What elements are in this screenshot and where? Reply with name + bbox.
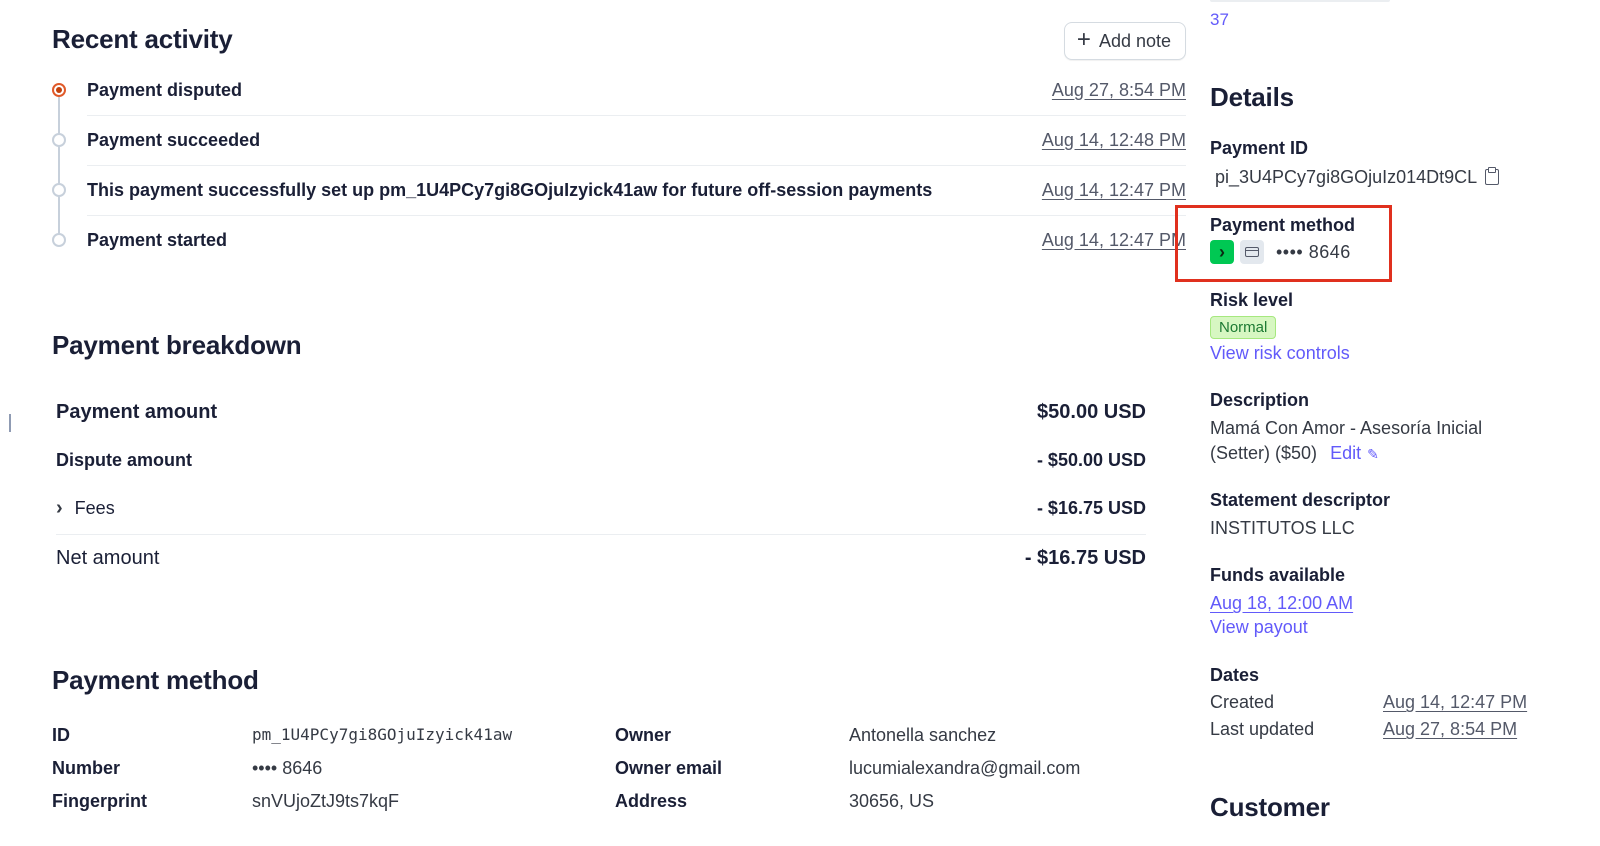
recent-activity-header: Recent activity + Add note (52, 22, 1186, 62)
pm-row-number: Number •••• 8646 Owner email lucumialexa… (52, 758, 1186, 791)
statement-descriptor-value: INSTITUTOS LLC (1210, 518, 1355, 538)
funds-available-date[interactable]: Aug 18, 12:00 AM (1210, 593, 1353, 614)
chevron-right-icon: › (56, 496, 63, 519)
description-line-2: (Setter) ($50) (1210, 443, 1318, 463)
link-brand-icon: › (1210, 240, 1234, 264)
dispute-amount-label: Dispute amount (56, 449, 193, 470)
address-value: 30656, US (849, 791, 935, 811)
net-amount-value: - $16.75 USD (1024, 547, 1146, 569)
payment-id-label: Payment ID (1210, 138, 1309, 158)
payment-method-last4: •••• 8646 (1276, 241, 1351, 262)
owner-label: Owner (615, 725, 672, 745)
view-risk-controls-link[interactable]: View risk controls (1210, 343, 1350, 364)
fees-value: - $16.75 USD (1036, 497, 1146, 518)
timeline-item: Payment succeeded Aug 14, 12:48 PM (52, 115, 1186, 165)
edit-description-button[interactable]: Edit ✎ (1330, 443, 1379, 463)
timeline-event-date[interactable]: Aug 14, 12:47 PM (1042, 230, 1186, 251)
description-line-2-row: (Setter) ($50) Edit ✎ (1210, 443, 1379, 464)
fees-label: Fees (74, 497, 115, 518)
pm-id-value: pm_1U4PCy7gi8GOjuIzyick41aw (252, 725, 513, 744)
timeline-event-date[interactable]: Aug 14, 12:47 PM (1042, 180, 1186, 201)
net-amount-label: Net amount (56, 547, 160, 569)
payment-id-value: pi_3U4PCy7gi8GOjuIz014Dt9CL (1215, 167, 1478, 187)
last-updated-label: Last updated (1210, 719, 1315, 739)
risk-level-badge: Normal (1210, 316, 1277, 339)
timeline-event-text: Payment succeeded (87, 129, 261, 150)
edit-label: Edit (1330, 443, 1362, 463)
timeline-item: This payment successfully set up pm_1U4P… (52, 165, 1186, 215)
statement-descriptor-label: Statement descriptor (1210, 490, 1391, 510)
timeline-event-text: This payment successfully set up pm_1U4P… (87, 179, 933, 200)
details-title: Details (1210, 82, 1294, 112)
payment-method-value: › •••• 8646 (1210, 240, 1351, 264)
pm-row-id: ID pm_1U4PCy7gi8GOjuIzyick41aw Owner Ant… (52, 725, 1186, 758)
payment-id-row: pi_3U4PCy7gi8GOjuIz014Dt9CL (1215, 167, 1500, 188)
funds-available-label: Funds available (1210, 565, 1346, 585)
plus-icon: + (1076, 26, 1091, 53)
payment-method-label: Payment method (1210, 215, 1356, 235)
payment-breakdown-title: Payment breakdown (52, 330, 302, 360)
payment-amount-value: $50.00 USD (1037, 400, 1146, 423)
fees-row[interactable]: › Fees - $16.75 USD (56, 484, 1146, 532)
top-count-link[interactable]: 37 (1210, 10, 1229, 30)
pm-number-label: Number (52, 758, 121, 778)
owner-email-value: lucumialexandra@gmail.com (849, 758, 1081, 778)
view-payout-link[interactable]: View payout (1210, 617, 1308, 638)
pm-row-fingerprint: Fingerprint snVUjoZtJ9ts7kqF Address 306… (52, 791, 1186, 824)
timeline-event-text: Payment started (87, 229, 228, 250)
created-date[interactable]: Aug 14, 12:47 PM (1383, 692, 1527, 713)
add-note-button[interactable]: + Add note (1063, 22, 1186, 60)
fees-toggle[interactable]: › Fees (56, 497, 115, 520)
pencil-icon: ✎ (1367, 446, 1379, 462)
pm-id-label: ID (52, 725, 70, 745)
payment-method-section-title: Payment method (52, 665, 259, 695)
timeline-dot-icon (52, 133, 66, 147)
timeline-event-date[interactable]: Aug 14, 12:48 PM (1042, 130, 1186, 151)
owner-email-label: Owner email (615, 758, 723, 778)
add-note-label: Add note (1098, 30, 1171, 51)
timeline-dot-icon (52, 233, 66, 247)
description-label: Description (1210, 390, 1310, 410)
payment-amount-row: Payment amount $50.00 USD (56, 388, 1146, 436)
last-updated-date[interactable]: Aug 27, 8:54 PM (1383, 719, 1517, 740)
fingerprint-label: Fingerprint (52, 791, 147, 811)
payment-breakdown-table: Payment amount $50.00 USD Dispute amount… (56, 388, 1146, 582)
copy-icon[interactable] (1485, 167, 1500, 185)
payment-method-details: ID pm_1U4PCy7gi8GOjuIzyick41aw Owner Ant… (52, 725, 1186, 824)
timeline-event-text: Payment disputed (87, 79, 243, 100)
description-line-1: Mamá Con Amor - Asesoría Inicial (1210, 418, 1483, 438)
timeline-item: Payment disputed Aug 27, 8:54 PM (52, 65, 1186, 115)
timeline-dot-icon (52, 183, 66, 197)
pm-number-value: •••• 8646 (252, 758, 323, 778)
text-cursor (9, 414, 11, 432)
fingerprint-link[interactable]: snVUjoZtJ9ts7kqF (252, 791, 399, 812)
dispute-amount-value: - $50.00 USD (1036, 449, 1146, 470)
timeline-dot-active-icon (52, 83, 66, 97)
net-amount-row: Net amount - $16.75 USD (56, 534, 1146, 582)
address-label: Address (615, 791, 688, 811)
risk-level-label: Risk level (1210, 290, 1294, 310)
timeline-item: Payment started Aug 14, 12:47 PM (52, 215, 1186, 265)
payment-amount-label: Payment amount (56, 400, 218, 423)
activity-timeline: Payment disputed Aug 27, 8:54 PM Payment… (52, 65, 1186, 265)
recent-activity-title: Recent activity (52, 24, 233, 54)
timeline-event-date[interactable]: Aug 27, 8:54 PM (1052, 80, 1186, 101)
top-divider (1210, 0, 1390, 2)
card-icon (1240, 240, 1264, 264)
dates-label: Dates (1210, 665, 1260, 685)
customer-title: Customer (1210, 792, 1330, 822)
dispute-amount-row: Dispute amount - $50.00 USD (56, 436, 1146, 484)
created-label: Created (1210, 692, 1275, 712)
owner-value: Antonella sanchez (849, 725, 997, 745)
